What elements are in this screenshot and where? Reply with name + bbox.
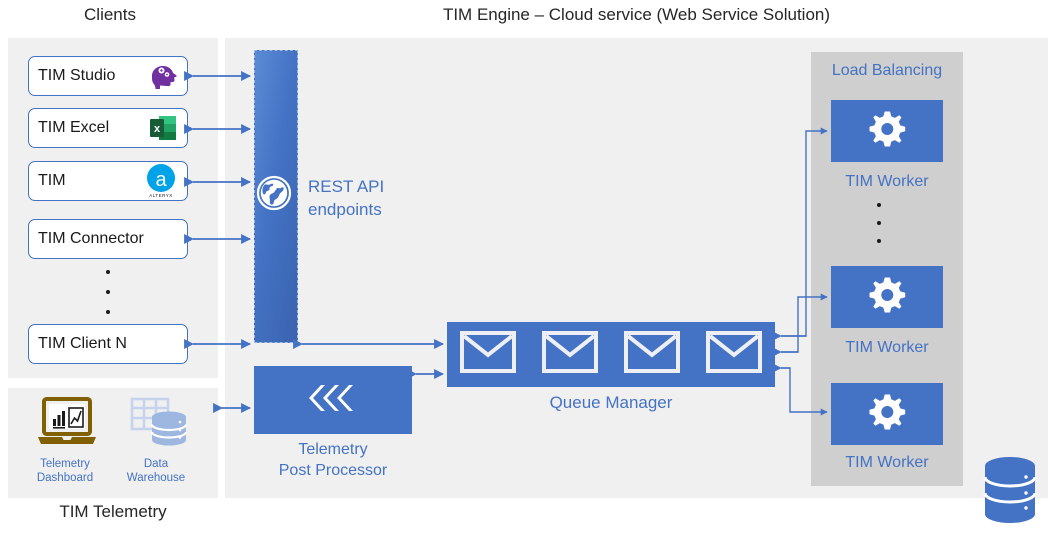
client-label: TIM Client N — [38, 335, 127, 352]
envelope-icon — [460, 331, 516, 378]
tim-worker-label-2: TIM Worker — [845, 339, 929, 356]
envelope-icon — [542, 331, 598, 378]
client-box-tim-client-n[interactable]: TIM Client N — [28, 324, 188, 364]
svg-text:x: x — [154, 123, 161, 135]
envelope-icon — [706, 331, 762, 378]
telemetry-post-processor-block[interactable] — [254, 366, 412, 434]
client-label: TIM Connector — [38, 230, 144, 247]
tim-worker-block-2[interactable] — [831, 266, 943, 328]
telemetry-dashboard-line1: Telemetry — [40, 458, 90, 470]
data-warehouse-line1: Data — [143, 458, 169, 470]
tim-worker-label-3: TIM Worker — [845, 454, 929, 471]
tim-worker-block-3[interactable] — [831, 383, 943, 445]
client-box-tim-studio[interactable]: TIM Studio — [28, 56, 188, 96]
queue-manager-label: Queue Manager — [549, 393, 673, 412]
excel-icon: x — [148, 113, 178, 143]
brain-gears-icon — [148, 62, 178, 90]
queue-manager-block[interactable] — [447, 322, 775, 387]
rest-api-label: REST API endpoints — [308, 176, 384, 222]
telemetry-dashboard-line2: Dashboard — [36, 472, 94, 485]
rest-api-label-line1: REST API — [308, 177, 385, 196]
gear-icon — [865, 390, 909, 439]
rest-api-label-line2: endpoints — [308, 199, 382, 219]
client-label: TIM Excel — [38, 119, 110, 136]
clients-heading: Clients — [84, 5, 136, 24]
gear-icon — [865, 107, 909, 156]
client-label: TIM Studio — [38, 67, 116, 84]
rewind-chevrons-icon — [305, 382, 361, 419]
engine-heading: TIM Engine – Cloud service (Web Service … — [442, 5, 831, 24]
architecture-diagram: Clients TIM Engine – Cloud service (Web … — [0, 0, 1048, 538]
clients-ellipsis — [28, 262, 188, 322]
tim-worker-block-1[interactable] — [831, 100, 943, 162]
tpp-label-line2: Post Processor — [278, 461, 388, 479]
tim-worker-label-1: TIM Worker — [845, 173, 929, 190]
telemetry-post-processor-label: Telemetry Post Processor — [234, 440, 432, 482]
client-box-tim-alteryx[interactable]: TIM a ALTERYX — [28, 161, 188, 201]
globe-icon — [256, 175, 292, 216]
data-warehouse-line2: Warehouse — [126, 472, 186, 485]
load-balancing-title: Load Balancing — [831, 62, 943, 79]
envelope-icon — [624, 331, 680, 378]
load-balancing-ellipsis — [877, 196, 881, 250]
laptop-chart-icon — [36, 397, 98, 456]
tpp-label-line1: Telemetry — [298, 441, 368, 458]
client-box-tim-excel[interactable]: TIM Excel x — [28, 108, 188, 148]
table-database-icon — [130, 397, 188, 454]
alteryx-icon: a ALTERYX — [144, 163, 178, 199]
data-warehouse-label: Data Warehouse — [113, 457, 199, 486]
client-label: TIM — [38, 172, 66, 189]
telemetry-heading: TIM Telemetry — [59, 502, 167, 521]
gear-icon — [865, 273, 909, 322]
svg-text:ALTERYX: ALTERYX — [149, 193, 173, 198]
telemetry-dashboard-label: Telemetry Dashboard — [22, 457, 108, 486]
database-cylinder-icon — [982, 455, 1038, 530]
client-box-tim-connector[interactable]: TIM Connector — [28, 219, 188, 259]
svg-text:a: a — [155, 169, 167, 191]
